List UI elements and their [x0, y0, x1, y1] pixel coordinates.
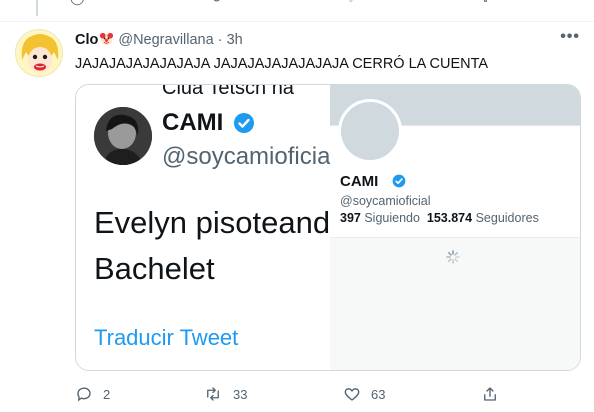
tweet-actions: 2 33 63 — [75, 385, 555, 405]
share-icon — [484, 387, 496, 401]
more-options-icon[interactable]: ••• — [560, 28, 580, 46]
screenshot-body-line1: Evelyn pisoteand — [94, 205, 330, 240]
tweet-time[interactable]: 3h — [227, 32, 243, 48]
screenshot-image: Clua Tetsch na CAMI @soycamioficia Evely… — [76, 85, 330, 370]
profile-name: CAMI — [340, 173, 379, 190]
reply-icon — [77, 387, 91, 402]
followers-count: 153.874 — [426, 211, 473, 225]
reply-button[interactable]: 2 — [75, 385, 110, 403]
portrait-photo-icon — [94, 107, 152, 165]
meta-separator: · — [217, 32, 223, 48]
screenshot-avatar — [94, 107, 152, 165]
author-avatar[interactable] — [15, 29, 63, 77]
profile-handle: @soycamioficial — [340, 194, 431, 208]
profile-card-loading-area — [330, 237, 580, 370]
heart-icon — [344, 388, 360, 401]
profile-card: CAMI @soycamioficial 397 Siguiendo 153.8… — [330, 85, 580, 370]
like-icon[interactable]: ♡ — [345, 0, 357, 6]
tweet-text: JAJAJAJAJAJAJAJA JAJAJAJAJAJAJAJA CERRÓ … — [75, 56, 489, 72]
like-count: 63 — [371, 386, 386, 402]
reply-icon[interactable]: ◯ — [70, 0, 85, 6]
retweet-icon[interactable]: ⟲ — [210, 0, 221, 6]
screenshot-cut-text: Clua Tetsch na — [162, 85, 294, 99]
share-icon[interactable]: ⇪ — [480, 0, 491, 6]
profile-stats: 397 Siguiendo 153.874 Seguidores — [340, 211, 539, 225]
screenshot-body-line2: Bachelet — [94, 251, 215, 286]
screenshot-name: CAMI — [162, 109, 224, 136]
tweet-media[interactable]: Clua Tetsch na CAMI @soycamioficia Evely… — [75, 84, 581, 371]
share-button[interactable] — [481, 385, 499, 403]
screenshot-handle: @soycamioficia — [162, 143, 330, 170]
retweet-icon — [207, 387, 219, 401]
loading-spinner-icon — [446, 250, 460, 264]
followers-label: Seguidores — [475, 211, 539, 225]
retweet-count: 33 — [233, 386, 248, 402]
reply-count: 2 — [103, 386, 111, 402]
author-handle[interactable]: @Negravillana — [118, 32, 213, 48]
like-button[interactable]: 63 — [343, 385, 385, 403]
retweet-button[interactable]: 33 — [203, 385, 247, 403]
tweet-header: Clo @Negravillana · 3h — [75, 31, 243, 48]
screenshot-translate-link: Traducir Tweet — [94, 325, 239, 350]
following-label: Siguiendo — [364, 211, 420, 225]
author-name[interactable]: Clo — [75, 32, 98, 48]
thread-line — [36, 0, 38, 16]
verified-badge-icon — [392, 174, 406, 188]
verified-badge-icon — [234, 113, 254, 133]
profile-avatar — [338, 99, 402, 163]
clown-emoji-icon — [100, 32, 114, 46]
tweet-divider — [0, 21, 594, 22]
following-count: 397 — [340, 211, 361, 225]
previous-tweet-actions: ◯ ⟲ ♡ ⇪ — [70, 0, 500, 6]
clown-avatar-icon — [16, 30, 62, 76]
